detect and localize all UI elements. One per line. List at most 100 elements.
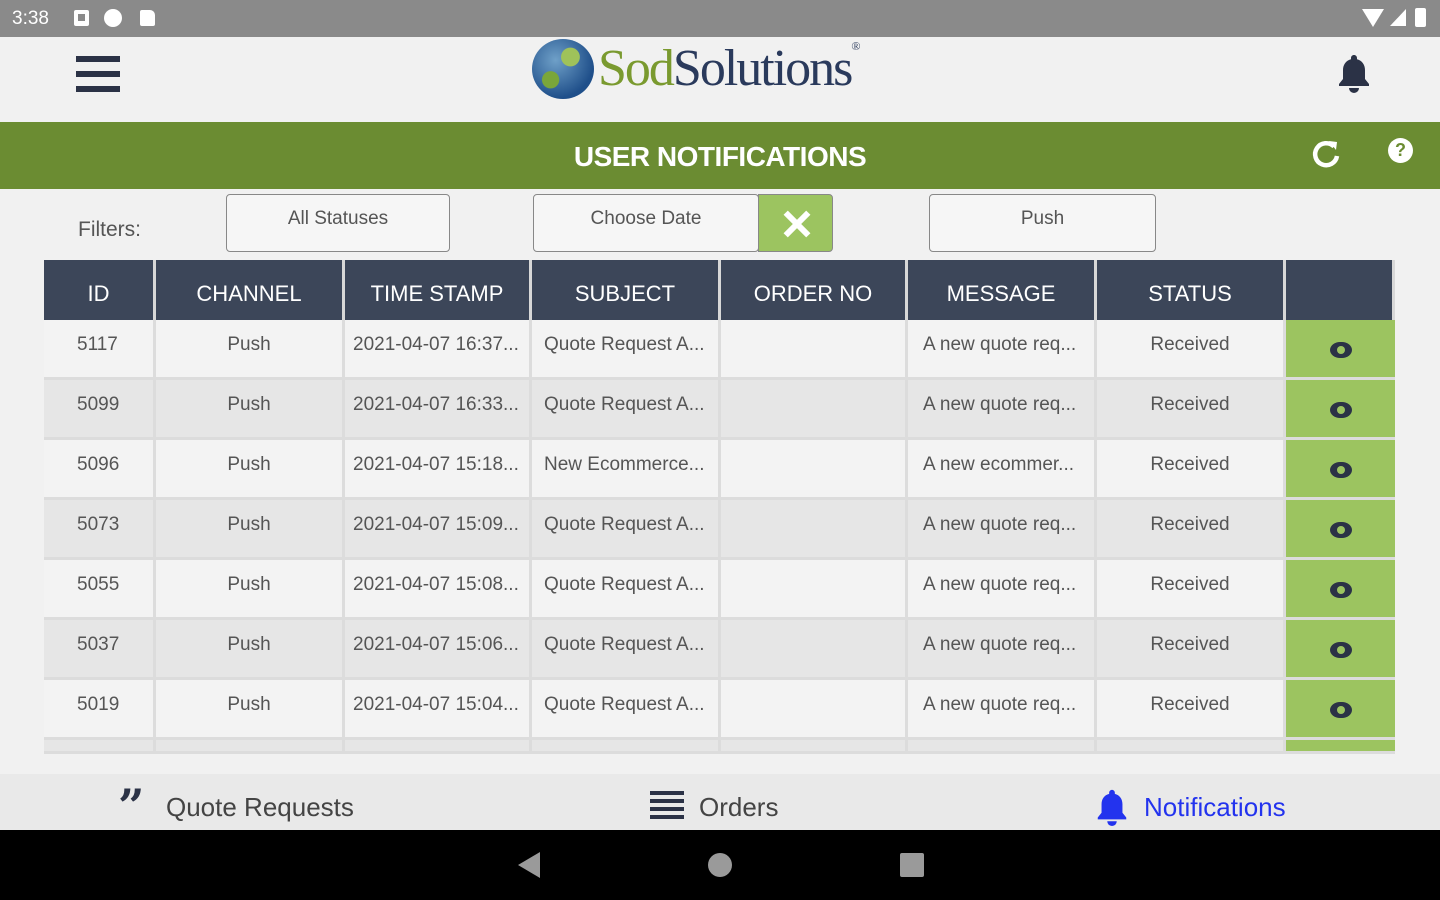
status-filter-button[interactable]: All Statuses: [226, 194, 450, 252]
help-icon[interactable]: ?: [1388, 138, 1413, 163]
cell-channel: Push: [156, 500, 345, 560]
notification-icon: [74, 10, 89, 26]
back-icon[interactable]: [518, 852, 540, 878]
home-icon[interactable]: [708, 853, 732, 877]
cell-order-no: [721, 620, 908, 680]
cell-channel: Push: [156, 440, 345, 500]
column-header-channel[interactable]: CHANNEL: [156, 260, 345, 320]
cell-order-no: [721, 320, 908, 380]
filters-label: Filters:: [78, 218, 141, 241]
column-header-subject[interactable]: SUBJECT: [532, 260, 721, 320]
column-header-timestamp[interactable]: TIME STAMP: [345, 260, 532, 320]
eye-icon: [1330, 342, 1352, 358]
table-row[interactable]: 5096 Push 2021-04-07 15:18... New Ecomme…: [44, 440, 1395, 500]
cell-status: Received: [1097, 620, 1286, 680]
date-filter-button[interactable]: Choose Date: [533, 194, 759, 252]
view-button[interactable]: [1286, 500, 1395, 560]
view-button[interactable]: [1286, 440, 1395, 500]
cell-order-no: [721, 560, 908, 620]
view-button[interactable]: [1286, 560, 1395, 620]
cell-id: 5073: [44, 500, 156, 560]
column-header-actions: [1286, 260, 1395, 320]
list-icon: [650, 791, 684, 819]
view-button[interactable]: [1286, 620, 1395, 680]
cell-subject: Quote Request A...: [532, 680, 721, 740]
table-row[interactable]: 5055 Push 2021-04-07 15:08... Quote Requ…: [44, 560, 1395, 620]
table-row[interactable]: 5019 Push 2021-04-07 15:04... Quote Requ…: [44, 680, 1395, 740]
nav-notifications[interactable]: Notifications: [1094, 774, 1304, 830]
cell-timestamp: 2021-04-07 15:04...: [345, 680, 532, 740]
cell-message: A new quote req...: [908, 620, 1097, 680]
cell-subject: New Ecommerce...: [532, 440, 721, 500]
nav-quote-requests[interactable]: ” Quote Requests: [116, 774, 356, 830]
app-notification-icon: [104, 9, 122, 27]
recents-icon[interactable]: [900, 853, 924, 877]
refresh-icon[interactable]: [1310, 138, 1342, 170]
column-header-order-no[interactable]: ORDER NO: [721, 260, 908, 320]
view-button[interactable]: [1286, 320, 1395, 380]
view-button[interactable]: [1286, 680, 1395, 740]
page-title-bar: USER NOTIFICATIONS ?: [0, 122, 1440, 189]
table-row[interactable]: 5073 Push 2021-04-07 15:09... Quote Requ…: [44, 500, 1395, 560]
system-status-bar: 3:38: [0, 0, 1440, 37]
cell-status: Received: [1097, 380, 1286, 440]
cell-timestamp: 2021-04-07 16:33...: [345, 380, 532, 440]
cell-subject: Quote Request A...: [532, 380, 721, 440]
notifications-table: ID CHANNEL TIME STAMP SUBJECT ORDER NO M…: [44, 260, 1395, 774]
column-header-message[interactable]: MESSAGE: [908, 260, 1097, 320]
cell-id: 5055: [44, 560, 156, 620]
cell-message: A new quote req...: [908, 320, 1097, 380]
bottom-navigation: ” Quote Requests Orders Notifications: [0, 774, 1440, 830]
sod-solutions-logo: SodSolutions®: [530, 37, 920, 107]
app-header: SodSolutions®: [0, 37, 1440, 122]
table-header-row: ID CHANNEL TIME STAMP SUBJECT ORDER NO M…: [44, 260, 1395, 320]
table-row-partial: [44, 740, 1395, 754]
cell-status: Received: [1097, 680, 1286, 740]
cell-id: 5096: [44, 440, 156, 500]
sd-card-icon: [140, 10, 155, 26]
cell-subject: Quote Request A...: [532, 500, 721, 560]
cell-timestamp: 2021-04-07 15:18...: [345, 440, 532, 500]
cell-order-no: [721, 440, 908, 500]
menu-button[interactable]: [76, 54, 120, 94]
cell-message: A new quote req...: [908, 560, 1097, 620]
cell-id: 5099: [44, 380, 156, 440]
cell-channel: Push: [156, 320, 345, 380]
eye-icon: [1330, 702, 1352, 718]
column-header-status[interactable]: STATUS: [1097, 260, 1286, 320]
cell-timestamp: 2021-04-07 15:09...: [345, 500, 532, 560]
bell-icon[interactable]: [1336, 53, 1372, 93]
table-row[interactable]: 5037 Push 2021-04-07 15:06... Quote Requ…: [44, 620, 1395, 680]
cell-order-no: [721, 500, 908, 560]
cell-id: 5117: [44, 320, 156, 380]
eye-icon: [1330, 642, 1352, 658]
column-header-id[interactable]: ID: [44, 260, 156, 320]
cell-order-no: [721, 380, 908, 440]
nav-label: Orders: [699, 792, 779, 822]
eye-icon: [1330, 522, 1352, 538]
cell-channel: Push: [156, 560, 345, 620]
cell-order-no: [721, 680, 908, 740]
cell-message: A new quote req...: [908, 380, 1097, 440]
cell-timestamp: 2021-04-07 15:06...: [345, 620, 532, 680]
nav-label: Notifications: [1144, 792, 1286, 822]
clear-date-button[interactable]: [758, 194, 833, 252]
cell-timestamp: 2021-04-07 15:08...: [345, 560, 532, 620]
nav-orders[interactable]: Orders: [650, 774, 790, 830]
channel-filter-button[interactable]: Push: [929, 194, 1156, 252]
table-row[interactable]: 5117 Push 2021-04-07 16:37... Quote Requ…: [44, 320, 1395, 380]
cell-status: Received: [1097, 440, 1286, 500]
cell-message: A new quote req...: [908, 500, 1097, 560]
eye-icon: [1330, 582, 1352, 598]
cell-channel: Push: [156, 620, 345, 680]
nav-label: Quote Requests: [166, 792, 354, 822]
cell-message: A new ecommer...: [908, 440, 1097, 500]
battery-icon: [1415, 8, 1426, 27]
cell-id: 5019: [44, 680, 156, 740]
globe-icon: [532, 39, 594, 99]
cell-subject: Quote Request A...: [532, 560, 721, 620]
cell-channel: Push: [156, 680, 345, 740]
table-row[interactable]: 5099 Push 2021-04-07 16:33... Quote Requ…: [44, 380, 1395, 440]
view-button[interactable]: [1286, 380, 1395, 440]
signal-icon: [1390, 9, 1406, 26]
